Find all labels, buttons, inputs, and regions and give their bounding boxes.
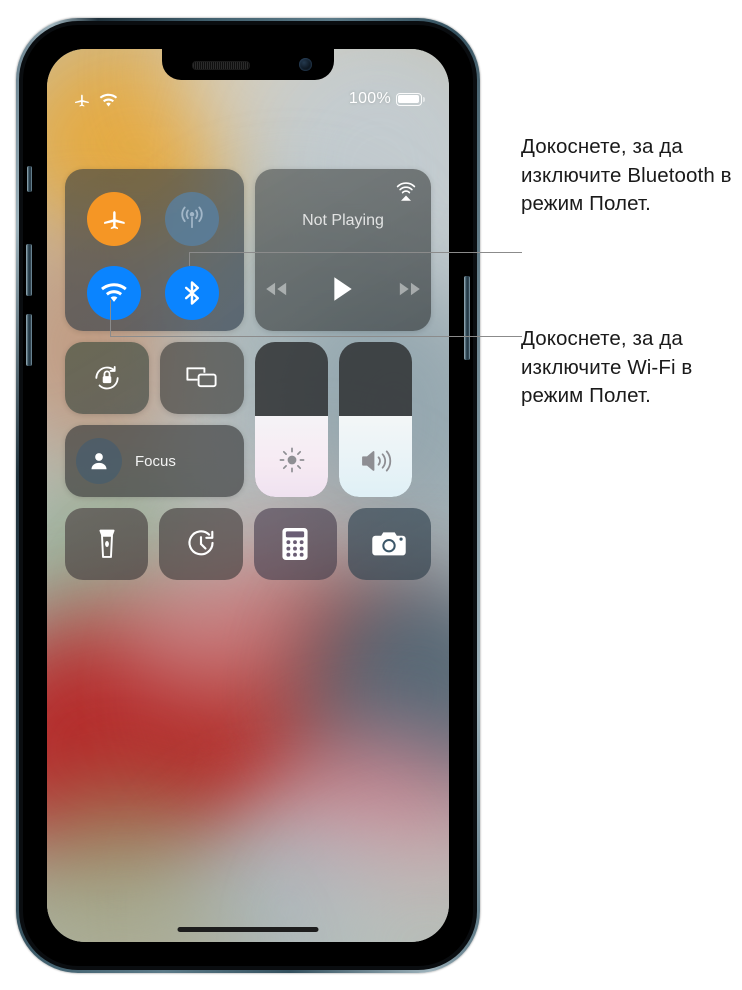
front-camera xyxy=(299,58,312,71)
rewind-icon[interactable] xyxy=(264,281,288,302)
speaker-grille xyxy=(192,61,250,70)
person-icon xyxy=(76,438,122,484)
wifi-leader-line xyxy=(110,336,522,338)
flashlight-button[interactable] xyxy=(65,508,149,580)
media-transport-controls xyxy=(255,276,431,307)
focus-label: Focus xyxy=(135,452,176,470)
volume-down-button[interactable] xyxy=(26,314,32,366)
control-center-middle-row: Focus xyxy=(65,342,431,497)
play-icon[interactable] xyxy=(332,276,354,307)
battery-full-icon xyxy=(396,92,425,106)
airplay-icon[interactable] xyxy=(394,179,418,208)
brightness-slider[interactable] xyxy=(255,342,328,497)
media-player-card: Not Playing xyxy=(255,169,431,331)
device-bezel: 100% Not Playing Focus xyxy=(23,25,473,966)
status-bar: 100% xyxy=(47,89,449,113)
timer-button[interactable] xyxy=(159,508,243,580)
volume-up-button[interactable] xyxy=(26,244,32,296)
control-center-top-row: Not Playing xyxy=(65,169,431,331)
screen-mirroring-button[interactable] xyxy=(160,342,244,414)
toggle-row xyxy=(65,342,244,414)
side-button[interactable] xyxy=(464,276,470,360)
airplane-mode-button[interactable] xyxy=(87,192,141,246)
cellular-data-button[interactable] xyxy=(165,192,219,246)
volume-slider[interactable] xyxy=(339,342,412,497)
sun-icon xyxy=(255,445,328,475)
bluetooth-leader-line xyxy=(189,252,522,254)
home-indicator[interactable] xyxy=(177,927,319,932)
speaker-wave-icon xyxy=(339,447,412,475)
callout-wifi: Докоснете, за да изключите Wi‑Fi в режим… xyxy=(521,327,693,407)
status-bar-left xyxy=(73,91,118,114)
callout-bluetooth: Докоснете, за да изключите Bluetooth в р… xyxy=(521,135,732,215)
control-center: Not Playing Focus xyxy=(65,169,431,580)
rotation-lock-button[interactable] xyxy=(65,342,149,414)
status-bar-right: 100% xyxy=(349,90,425,108)
fast-forward-icon[interactable] xyxy=(398,281,422,302)
camera-button[interactable] xyxy=(347,508,431,580)
wifi-leader-line-vertical xyxy=(110,300,112,337)
wifi-button[interactable] xyxy=(87,266,141,320)
calculator-button[interactable] xyxy=(253,508,337,580)
now-playing-title: Not Playing xyxy=(302,212,384,229)
bluetooth-leader-line-vertical xyxy=(189,252,191,266)
battery-percent: 100% xyxy=(348,90,391,107)
connectivity-group xyxy=(65,169,244,331)
control-center-apps-row xyxy=(65,508,431,580)
iphone-device: 100% Not Playing Focus xyxy=(16,18,480,973)
focus-button[interactable]: Focus xyxy=(65,425,244,497)
bluetooth-button[interactable] xyxy=(165,266,219,320)
left-controls-column: Focus xyxy=(65,342,244,497)
mute-switch[interactable] xyxy=(27,166,32,192)
airplane-icon xyxy=(73,91,91,114)
wifi-icon xyxy=(99,93,118,113)
device-screen: 100% Not Playing Focus xyxy=(47,49,449,942)
notch xyxy=(162,49,334,80)
